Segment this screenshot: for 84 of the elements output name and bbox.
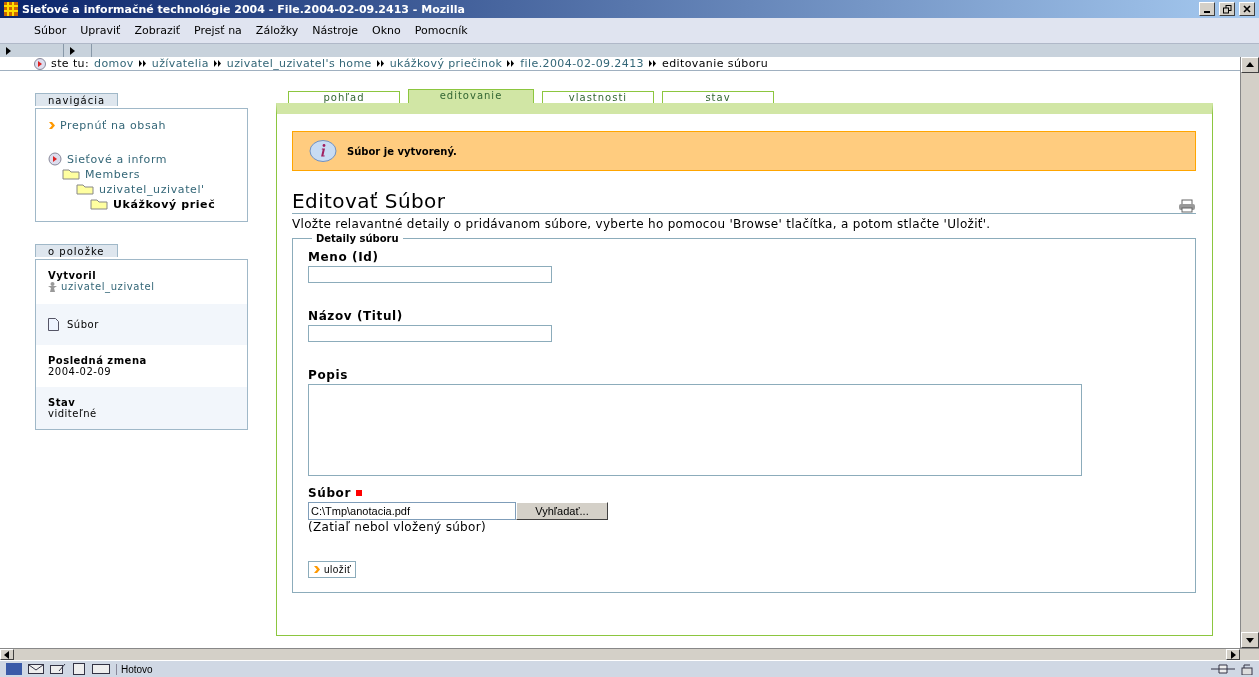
person-icon xyxy=(48,281,57,292)
close-icon xyxy=(1243,5,1251,13)
description: Vložte relavantné detaily o pridávanom súbore, vyberte ho pomocou 'Browse' tlačítka, a potom stlačte 'Uložiť'. xyxy=(292,217,992,231)
document-icon xyxy=(48,317,59,331)
field-value: 2004-02-09 xyxy=(48,365,113,377)
input-field[interactable] xyxy=(308,325,552,342)
tree-item[interactable]: uzivatel_uzivatel' xyxy=(76,182,235,196)
breadcrumb-link[interactable]: uzivatel_uzivatel's home xyxy=(226,57,372,70)
type-label: Súbor xyxy=(67,318,99,330)
close-button[interactable] xyxy=(1239,2,1255,16)
chat-icon[interactable] xyxy=(92,663,110,675)
fieldset-legend: Detaily súboru xyxy=(312,233,403,244)
tree-item[interactable]: Sieťové a inform xyxy=(48,152,235,166)
save-button[interactable]: uložiť xyxy=(308,561,357,578)
folder-icon xyxy=(90,198,108,210)
menu-item[interactable]: Okno xyxy=(372,24,401,37)
menu-item[interactable]: Nástroje xyxy=(312,24,359,37)
tab[interactable]: vlastnosti xyxy=(542,91,654,103)
menu-item[interactable]: Súbor xyxy=(34,24,67,37)
breadcrumb-link[interactable]: domov xyxy=(94,57,134,70)
menu-item[interactable]: Upraviť xyxy=(80,24,121,37)
menu-item[interactable]: Pomocník xyxy=(414,24,468,37)
app-icon xyxy=(4,2,18,16)
info-message: Súbor je vytvorený. xyxy=(292,131,1196,171)
horizontal-scrollbar[interactable] xyxy=(0,648,1259,660)
portlet-title: navigácia xyxy=(35,93,119,106)
status-text: Hotovo xyxy=(116,663,1205,675)
tab[interactable]: stav xyxy=(662,91,774,103)
connection-icon xyxy=(1211,664,1235,674)
arrow-icon xyxy=(313,565,321,574)
tab[interactable]: pohľad xyxy=(288,91,400,103)
browse-button[interactable]: Vyhľadať... xyxy=(516,502,608,520)
printer-icon[interactable] xyxy=(1178,199,1196,213)
scroll-up-icon[interactable] xyxy=(1246,61,1254,69)
vertical-scrollbar[interactable] xyxy=(1240,57,1259,648)
author-link[interactable]: uzivatel_uzivatel xyxy=(48,281,155,292)
page-heading: Editovať Súbor xyxy=(292,189,446,213)
window-title: Sieťové a informačné technológie 2004 - File.2004-02-09.2413 - Mozilla xyxy=(22,2,466,16)
folder-icon xyxy=(76,183,94,195)
field-label: Názov (Titul) xyxy=(308,309,403,323)
breadcrumb-link[interactable]: užívatelia xyxy=(151,57,209,70)
chevrons-icon xyxy=(213,60,222,67)
scroll-left-icon[interactable] xyxy=(3,650,11,659)
location-icon xyxy=(34,57,46,70)
lock-icon xyxy=(1241,663,1253,675)
restore-icon xyxy=(1222,4,1232,14)
menu-item[interactable]: Prejsť na xyxy=(194,24,242,37)
scroll-down-icon[interactable] xyxy=(1246,636,1254,644)
site-icon xyxy=(48,152,62,166)
mail-icon[interactable] xyxy=(28,663,44,675)
breadcrumb-link[interactable]: file.2004-02-09.2413 xyxy=(520,57,644,70)
chevrons-icon xyxy=(507,60,516,67)
scroll-right-icon[interactable] xyxy=(1229,650,1237,659)
breadcrumb-link[interactable]: editovanie súboru xyxy=(661,57,769,70)
restore-button[interactable] xyxy=(1219,2,1235,16)
info-icon xyxy=(309,140,337,162)
tree-item[interactable]: Members xyxy=(62,167,235,181)
scroll-right-icon[interactable] xyxy=(4,46,12,55)
menu-item[interactable]: Záložky xyxy=(255,24,299,37)
menu-item[interactable]: Zobraziť xyxy=(134,24,181,37)
input-field[interactable] xyxy=(308,266,552,283)
address-book-icon[interactable] xyxy=(72,663,86,675)
breadcrumb-link[interactable]: ukážkový priečinok xyxy=(389,57,503,70)
chevrons-icon xyxy=(376,60,385,67)
portlet-title: o položke xyxy=(35,244,118,257)
field-label: Posledná zmena xyxy=(48,354,148,366)
field-label: Súbor xyxy=(308,486,351,500)
field-label: Meno (Id) xyxy=(308,250,379,264)
chevrons-icon xyxy=(648,60,657,67)
file-path-field[interactable]: C:\Tmp\anotacia.pdf xyxy=(308,502,516,520)
arrow-icon xyxy=(48,121,56,130)
field-value: viditeľné xyxy=(48,407,98,419)
composer-icon[interactable] xyxy=(50,663,66,675)
file-note: (Zatiaľ nebol vložený súbor) xyxy=(308,520,487,534)
scroll-right-icon[interactable] xyxy=(68,46,76,55)
field-label: Popis xyxy=(308,368,348,382)
minimize-button[interactable] xyxy=(1199,2,1215,16)
chevrons-icon xyxy=(138,60,147,67)
field-label: Stav xyxy=(48,396,77,408)
breadcrumb-prefix: ste tu: xyxy=(51,57,90,70)
field-label: Vytvoril xyxy=(48,270,97,281)
tree-item[interactable]: Ukážkový prieč xyxy=(90,197,235,211)
tab[interactable]: editovanie xyxy=(408,89,534,103)
folder-icon xyxy=(62,168,80,180)
